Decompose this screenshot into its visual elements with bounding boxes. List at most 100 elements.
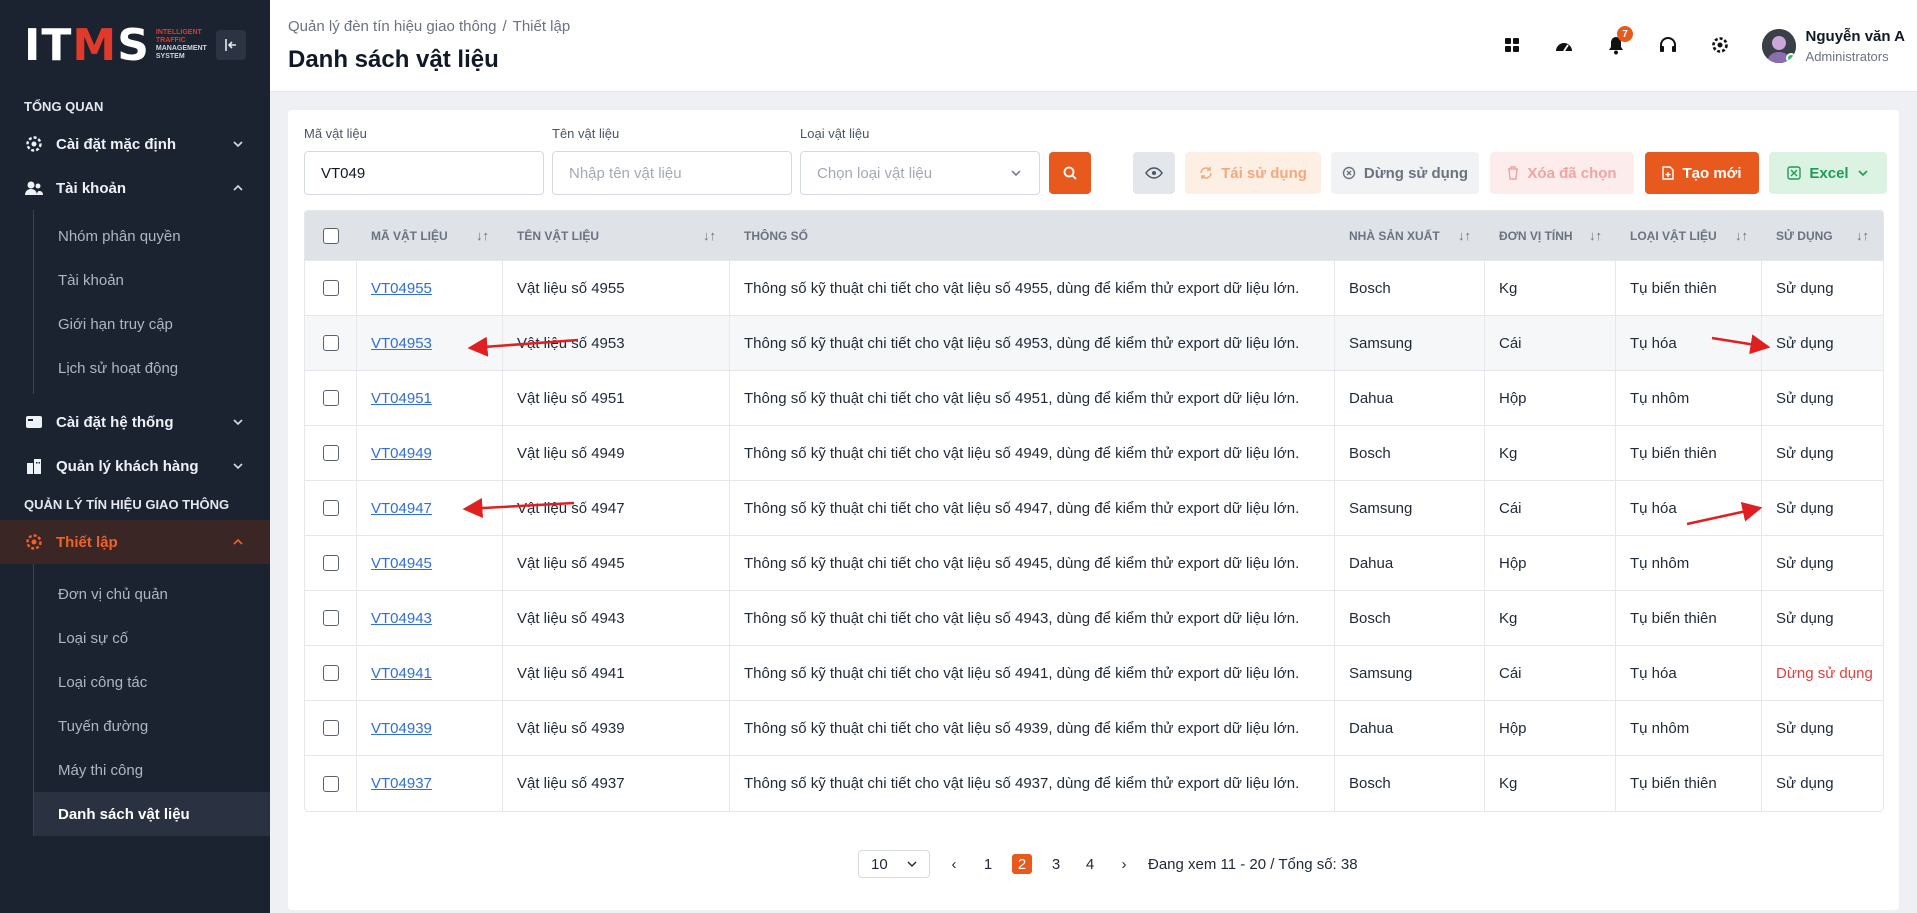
nav-customer-management[interactable]: Quản lý khách hàng: [0, 444, 270, 488]
row-checkbox[interactable]: [322, 390, 339, 406]
collapse-sidebar-button[interactable]: [216, 30, 246, 60]
table-row[interactable]: VT04949 Vật liệu số 4949 Thông số kỹ thuật…: [305, 426, 1883, 481]
material-code-link[interactable]: VT04947: [357, 481, 503, 535]
reuse-button[interactable]: Tái sử dụng: [1185, 152, 1321, 194]
col-header-maker[interactable]: NHÀ SẢN XUẤT ↓↑: [1335, 211, 1485, 260]
sort-icon[interactable]: ↓↑: [703, 228, 716, 243]
row-checkbox[interactable]: [322, 335, 339, 351]
sub-item-owner-unit[interactable]: Đơn vị chủ quản: [34, 572, 270, 616]
row-checkbox[interactable]: [322, 720, 339, 736]
breadcrumb-item[interactable]: Thiết lập: [513, 18, 571, 35]
page-size-select[interactable]: 10: [858, 850, 930, 878]
sub-item-permission-groups[interactable]: Nhóm phân quyền: [34, 214, 270, 258]
settings-gear-icon[interactable]: [1703, 28, 1737, 62]
select-all-checkbox[interactable]: [323, 227, 339, 244]
material-code-link[interactable]: VT04937: [357, 756, 503, 811]
delete-selected-button[interactable]: Xóa đã chọn: [1490, 152, 1634, 194]
material-code-link[interactable]: VT04941: [357, 646, 503, 700]
material-code-link-text[interactable]: VT04937: [371, 775, 432, 792]
table-row[interactable]: VT04953 Vật liệu số 4953 Thông số kỹ thuật…: [305, 316, 1883, 371]
col-header-type[interactable]: LOẠI VẬT LIỆU ↓↑: [1616, 211, 1762, 260]
table-row[interactable]: VT04955 Vật liệu số 4955 Thông số kỹ thuật…: [305, 261, 1883, 316]
dashboard-gauge-icon[interactable]: [1547, 28, 1581, 62]
row-checkbox[interactable]: [322, 555, 339, 571]
sub-item-routes[interactable]: Tuyến đường: [34, 704, 270, 748]
reuse-label: Tái sử dụng: [1221, 164, 1307, 182]
nav-label: Cài đặt mặc định: [56, 135, 177, 153]
nav-accounts[interactable]: Tài khoản: [0, 166, 270, 210]
row-checkbox[interactable]: [322, 610, 339, 626]
material-code-link[interactable]: VT04951: [357, 371, 503, 425]
material-code-link-text[interactable]: VT04947: [371, 500, 432, 517]
row-checkbox[interactable]: [322, 445, 339, 461]
material-spec-text: Thông số kỹ thuật chi tiết cho vật liệu …: [744, 609, 1300, 627]
material-code-link-text[interactable]: VT04941: [371, 665, 432, 682]
material-code-link-text[interactable]: VT04949: [371, 445, 432, 462]
sort-icon[interactable]: ↓↑: [1458, 228, 1471, 243]
sort-icon[interactable]: ↓↑: [1589, 228, 1602, 243]
breadcrumb-item[interactable]: Quản lý đèn tín hiệu giao thông: [288, 18, 497, 35]
nav-default-settings[interactable]: Cài đặt mặc định: [0, 122, 270, 166]
material-type: Tụ biến thiên: [1616, 591, 1762, 645]
material-code-link-text[interactable]: VT04951: [371, 390, 432, 407]
col-header-name[interactable]: TÊN VẬT LIỆU ↓↑: [503, 211, 730, 260]
sub-item-material-list[interactable]: Danh sách vật liệu: [34, 792, 270, 836]
material-code-link[interactable]: VT04949: [357, 426, 503, 480]
material-unit-text: Cái: [1499, 334, 1522, 352]
apps-grid-icon[interactable]: [1495, 28, 1529, 62]
material-code-link-text[interactable]: VT04943: [371, 610, 432, 627]
col-header-unit[interactable]: ĐƠN VỊ TÍNH ↓↑: [1485, 211, 1616, 260]
table-row[interactable]: VT04945 Vật liệu số 4945 Thông số kỹ thuật…: [305, 536, 1883, 591]
table-row[interactable]: VT04941 Vật liệu số 4941 Thông số kỹ thuật…: [305, 646, 1883, 701]
row-checkbox[interactable]: [322, 775, 339, 792]
sort-icon[interactable]: ↓↑: [1856, 228, 1869, 243]
nav-setup[interactable]: Thiết lập: [0, 520, 270, 564]
col-header-code[interactable]: MÃ VẬT LIỆU ↓↑: [357, 211, 503, 260]
excel-export-button[interactable]: Excel: [1769, 152, 1887, 194]
prev-page-icon[interactable]: ‹: [944, 854, 964, 874]
notification-bell-icon[interactable]: 7: [1599, 26, 1633, 62]
sub-item-work-type[interactable]: Loại công tác: [34, 660, 270, 704]
sub-item-activity-history[interactable]: Lịch sử hoạt động: [34, 346, 270, 390]
page-number[interactable]: 1: [978, 854, 998, 874]
user-menu[interactable]: Nguyễn văn A Administrators: [1761, 28, 1905, 64]
material-code-link[interactable]: VT04955: [357, 261, 503, 315]
material-maker-text: Samsung: [1349, 334, 1413, 352]
page-number[interactable]: 3: [1046, 854, 1066, 874]
table-row[interactable]: VT04951 Vật liệu số 4951 Thông số kỹ thuật…: [305, 371, 1883, 426]
code-filter-input[interactable]: VT049: [304, 151, 544, 195]
table-row[interactable]: VT04939 Vật liệu số 4939 Thông số kỹ thuật…: [305, 701, 1883, 756]
col-header-status[interactable]: SỬ DỤNG ↓↑: [1762, 211, 1883, 260]
material-code-link[interactable]: VT04939: [357, 701, 503, 755]
stop-using-button[interactable]: Dừng sử dụng: [1331, 152, 1479, 194]
sub-item-accounts[interactable]: Tài khoản: [34, 258, 270, 302]
material-code-link[interactable]: VT04953: [357, 316, 503, 370]
next-page-icon[interactable]: ›: [1114, 854, 1134, 874]
table-row[interactable]: VT04943 Vật liệu số 4943 Thông số kỹ thuật…: [305, 591, 1883, 646]
view-columns-button[interactable]: [1133, 152, 1175, 194]
sub-item-incident-type[interactable]: Loại sự cố: [34, 616, 270, 660]
material-code-link[interactable]: VT04945: [357, 536, 503, 590]
name-filter-input[interactable]: Nhập tên vật liệu: [552, 151, 792, 195]
row-checkbox[interactable]: [322, 665, 339, 681]
sort-icon[interactable]: ↓↑: [1735, 228, 1748, 243]
page-number-current[interactable]: 2: [1012, 854, 1032, 874]
material-code-link-text[interactable]: VT04939: [371, 720, 432, 737]
create-new-button[interactable]: Tạo mới: [1645, 152, 1759, 194]
sort-icon[interactable]: ↓↑: [476, 228, 489, 243]
material-code-link-text[interactable]: VT04945: [371, 555, 432, 572]
row-checkbox[interactable]: [322, 280, 339, 296]
sub-item-access-limit[interactable]: Giới hạn truy cập: [34, 302, 270, 346]
sub-item-machinery[interactable]: Máy thi công: [34, 748, 270, 792]
material-code-link-text[interactable]: VT04953: [371, 335, 432, 352]
search-button[interactable]: [1049, 152, 1091, 194]
table-row[interactable]: VT04947 Vật liệu số 4947 Thông số kỹ thuật…: [305, 481, 1883, 536]
table-row[interactable]: VT04937 Vật liệu số 4937 Thông số kỹ thuật…: [305, 756, 1883, 811]
type-filter-select[interactable]: Chọn loại vật liệu: [800, 151, 1040, 195]
row-checkbox[interactable]: [322, 500, 339, 516]
headset-support-icon[interactable]: [1651, 28, 1685, 62]
material-code-link-text[interactable]: VT04955: [371, 280, 432, 297]
page-number[interactable]: 4: [1080, 854, 1100, 874]
nav-system-settings[interactable]: Cài đặt hệ thống: [0, 400, 270, 444]
material-code-link[interactable]: VT04943: [357, 591, 503, 645]
